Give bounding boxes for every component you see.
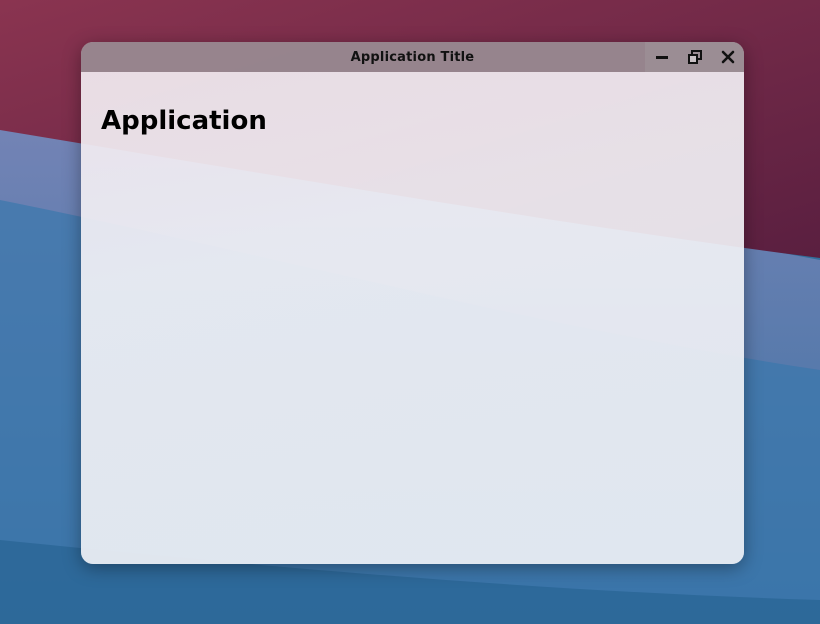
- page-title: Application: [101, 106, 267, 136]
- window-titlebar[interactable]: Application Title: [81, 42, 744, 72]
- minimize-icon: [655, 56, 668, 59]
- application-window: Application Title Application: [81, 42, 744, 564]
- window-title: Application Title: [350, 49, 475, 65]
- window-controls: [645, 42, 744, 72]
- restore-icon: [687, 50, 702, 64]
- close-button[interactable]: [711, 42, 744, 72]
- close-icon: [721, 50, 734, 64]
- window-content: Application: [81, 72, 744, 564]
- minimize-button[interactable]: [645, 42, 678, 72]
- desktop: Application Title Application: [0, 0, 820, 624]
- restore-button[interactable]: [678, 42, 711, 72]
